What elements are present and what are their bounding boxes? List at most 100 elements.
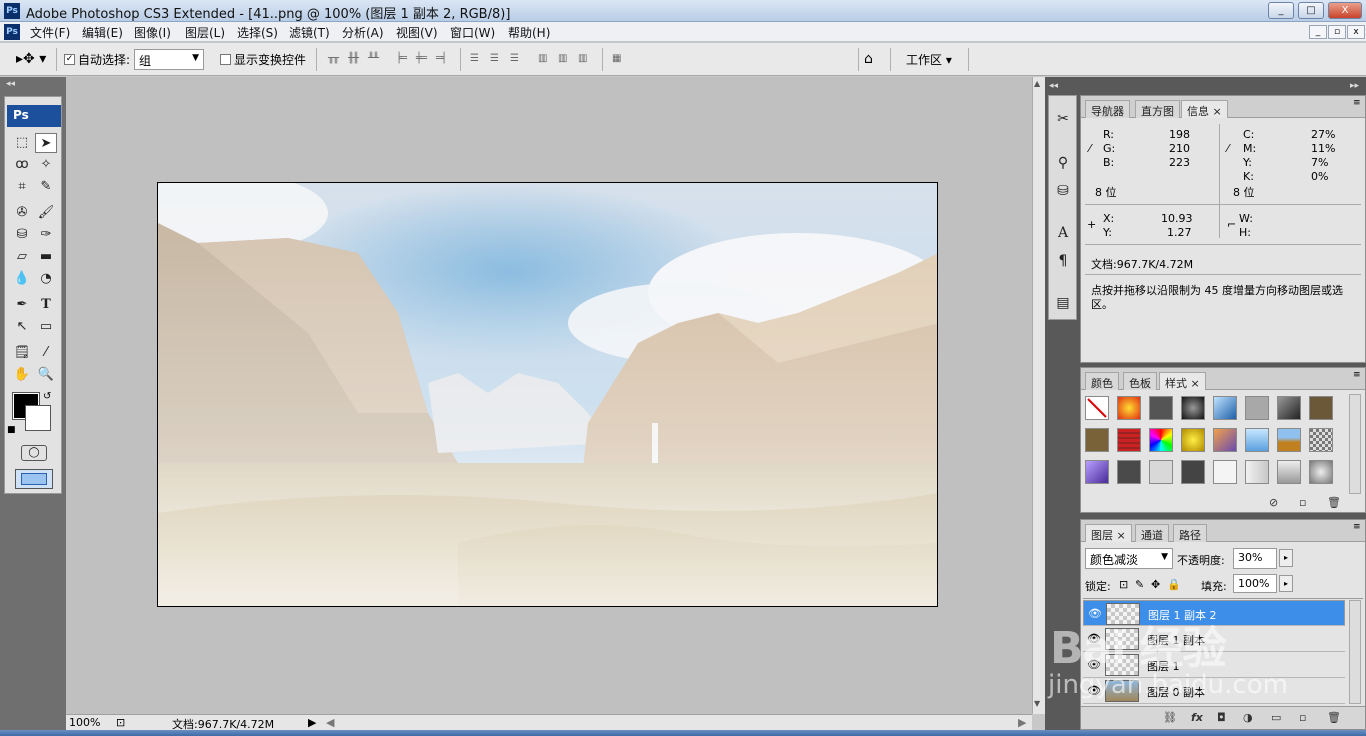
delete-style-icon[interactable]: 🗑 [1327,496,1341,509]
blend-mode-dropdown[interactable]: 颜色减淡 ▼ [1085,548,1173,569]
opacity-slider-button[interactable]: ▸ [1279,549,1293,567]
menu-view[interactable]: 视图(V) [396,24,438,41]
document-icon[interactable]: Ps [4,24,20,40]
layer-mask-icon[interactable]: ◘ [1217,711,1226,724]
tab-navigator[interactable]: 导航器 [1085,100,1130,118]
adjustment-layer-icon[interactable]: ◑ [1243,711,1253,724]
zoom-level[interactable]: 100% [69,716,100,729]
style-swatch[interactable] [1181,396,1205,420]
status-menu-arrow-icon[interactable]: ▶ [308,716,316,729]
auto-select-dropdown[interactable]: 组 ▼ [134,49,204,70]
clone-source-icon[interactable]: ⛁ [1052,180,1074,202]
scroll-down-icon[interactable]: ▼ [1034,699,1040,708]
rectangle-tool-icon[interactable]: ▭ [35,317,57,337]
layer-style-icon[interactable]: fx [1191,711,1203,724]
maximize-button[interactable]: □ [1298,2,1324,19]
align-hcenter-icon[interactable]: ╪═ [416,53,434,65]
layers-scrollbar[interactable] [1349,600,1361,704]
tool-presets-icon[interactable]: ✂ [1052,108,1074,130]
style-swatch[interactable] [1245,396,1269,420]
style-none[interactable] [1085,396,1109,420]
character-icon[interactable]: A [1052,222,1074,244]
clear-style-icon[interactable]: ⊘ [1269,496,1278,509]
align-bottom-icon[interactable]: ╨╨ [368,53,386,65]
menu-image[interactable]: 图像(I) [134,24,171,41]
scroll-left-icon[interactable]: ◀ [326,716,334,729]
toolbox-header[interactable]: Ps [7,105,61,127]
move-tool-icon[interactable]: ➤ [35,133,57,153]
style-swatch[interactable] [1277,396,1301,420]
menu-filter[interactable]: 滤镜(T) [289,24,330,41]
style-swatch[interactable] [1309,396,1333,420]
swap-colors-icon[interactable]: ↺ [43,391,51,402]
style-swatch[interactable] [1277,460,1301,484]
style-swatch[interactable] [1117,396,1141,420]
doc-minimize-button[interactable]: _ [1309,25,1327,39]
bridge-icon[interactable]: ⌂ [864,51,873,67]
style-swatch[interactable] [1213,396,1237,420]
layers-menu-icon[interactable]: ≡ [1353,522,1361,532]
quick-mask-icon[interactable]: ◯ [21,445,47,461]
paragraph-icon[interactable]: ¶ [1052,250,1074,272]
lock-position-icon[interactable]: ✥ [1151,578,1160,591]
style-swatch[interactable] [1117,428,1141,452]
eraser-tool-icon[interactable]: ▱ [11,247,33,267]
fill-input[interactable]: 100% [1233,574,1277,593]
scroll-right-icon[interactable]: ▶ [1018,716,1026,729]
tab-histogram[interactable]: 直方图 [1135,100,1180,118]
distribute-hcenter-icon[interactable]: ▥ [558,53,576,65]
pen-tool-icon[interactable]: ✒ [11,295,33,315]
blur-tool-icon[interactable]: 💧 [11,269,33,289]
distribute-bottom-icon[interactable]: ☰ [510,53,528,65]
magic-wand-tool-icon[interactable]: ✧ [35,155,57,175]
link-layers-icon[interactable]: ⛓ [1163,711,1177,724]
zoom-tool-icon[interactable]: 🔍 [35,365,57,385]
align-right-icon[interactable]: ═╡ [436,53,454,65]
style-swatch[interactable] [1181,428,1205,452]
tab-channels[interactable]: 通道 [1135,524,1169,542]
lasso-tool-icon[interactable]: ꝏ [11,155,33,175]
hand-tool-icon[interactable]: ✋ [11,365,33,385]
menu-layer[interactable]: 图层(L) [185,24,225,41]
tab-styles[interactable]: 样式 × [1159,372,1206,390]
tab-paths[interactable]: 路径 [1173,524,1207,542]
background-color[interactable] [25,405,51,431]
expand-right-icon[interactable]: ▸▸ [1350,81,1359,91]
scroll-up-icon[interactable]: ▲ [1034,79,1040,88]
style-swatch[interactable] [1245,428,1269,452]
style-swatch[interactable] [1213,428,1237,452]
distribute-vcenter-icon[interactable]: ☰ [490,53,508,65]
style-swatch[interactable] [1277,428,1301,452]
styles-menu-icon[interactable]: ≡ [1353,370,1361,380]
crop-tool-icon[interactable]: ⌗ [11,177,33,197]
style-swatch[interactable] [1149,460,1173,484]
dodge-tool-icon[interactable]: ◔ [35,269,57,289]
panel-menu-icon[interactable]: ≡ [1353,98,1361,108]
lock-all-icon[interactable]: 🔒 [1167,578,1181,591]
menu-edit[interactable]: 编辑(E) [82,24,123,41]
collapse-icon[interactable]: ◂◂ [6,79,15,89]
fill-slider-button[interactable]: ▸ [1279,575,1293,592]
notes-tool-icon[interactable]: 🗒 [11,343,33,363]
eyedropper-tool-icon[interactable]: ⁄ [35,343,57,363]
style-swatch[interactable] [1117,460,1141,484]
new-style-icon[interactable]: ▫ [1299,496,1306,509]
delete-layer-icon[interactable]: 🗑 [1327,711,1341,724]
history-brush-tool-icon[interactable]: ✑ [35,225,57,245]
brushes-icon[interactable]: ⚲ [1052,152,1074,174]
show-transform-checkbox[interactable] [220,54,231,65]
document-image[interactable] [157,182,938,607]
brush-tool-icon[interactable]: 🖌 [35,203,57,223]
align-vcenter-icon[interactable]: ╫╫ [348,53,366,65]
lock-transparent-icon[interactable]: ⊡ [1119,578,1128,591]
vertical-scrollbar[interactable]: ▲ ▼ [1032,77,1045,714]
distribute-top-icon[interactable]: ☰ [470,53,488,65]
style-swatch[interactable] [1149,396,1173,420]
menu-window[interactable]: 窗口(W) [450,24,495,41]
align-left-icon[interactable]: ╞═ [396,53,414,65]
clone-stamp-tool-icon[interactable]: ⛁ [11,225,33,245]
status-icon[interactable]: ⊡ [116,716,125,729]
type-tool-icon[interactable]: T [35,295,57,315]
gradient-tool-icon[interactable]: ▬ [35,247,57,267]
menu-select[interactable]: 选择(S) [237,24,278,41]
